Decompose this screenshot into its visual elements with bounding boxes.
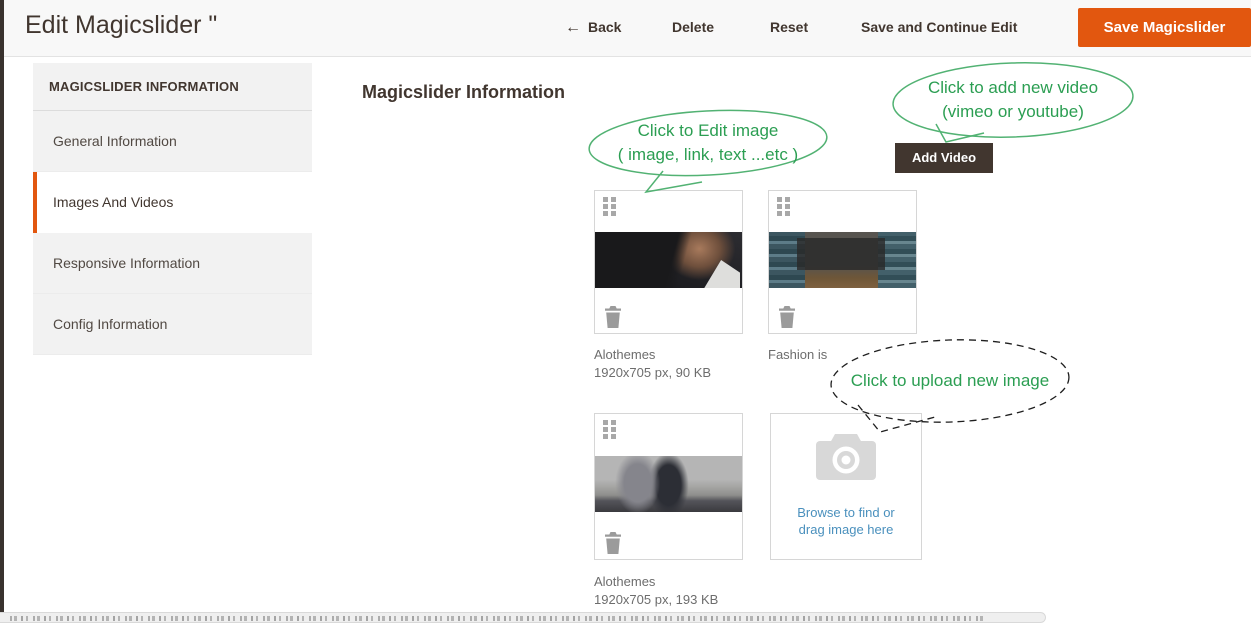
trash-icon[interactable] <box>604 532 622 554</box>
add-video-button[interactable]: Add Video <box>895 143 993 173</box>
slide-caption-3: Alothemes 1920x705 px, 193 KB <box>594 573 718 609</box>
callout-line: Click to upload new image <box>834 369 1066 393</box>
slide-caption-1: Alothemes 1920x705 px, 90 KB <box>594 346 711 382</box>
save-and-continue-button[interactable]: Save and Continue Edit <box>861 19 1017 35</box>
edit-image-callout-text: Click to Edit image ( image, link, text … <box>596 119 820 167</box>
sidebar: MAGICSLIDER INFORMATION General Informat… <box>33 63 312 355</box>
slide-title: Alothemes <box>594 346 711 364</box>
back-button-label: Back <box>588 19 621 35</box>
edit-magicslider-page: Edit Magicslider " ← Back Delete Reset Sa… <box>0 0 1251 623</box>
sidebar-item-responsive-information[interactable]: Responsive Information <box>33 233 312 294</box>
status-bar-fineprint <box>10 616 985 621</box>
page-title: Edit Magicslider " <box>25 11 217 40</box>
page-header: Edit Magicslider " ← Back Delete Reset Sa… <box>0 0 1251 57</box>
image-upload-dropzone[interactable]: Browse to find or drag image here <box>770 413 922 560</box>
trash-icon[interactable] <box>778 306 796 328</box>
sidebar-item-general-information[interactable]: General Information <box>33 111 312 172</box>
trash-icon[interactable] <box>604 306 622 328</box>
back-arrow-icon: ← <box>565 19 581 36</box>
slide-image-1[interactable] <box>595 232 742 288</box>
section-title: Magicslider Information <box>362 82 565 103</box>
sidebar-item-images-and-videos[interactable]: Images And Videos <box>33 172 312 233</box>
add-video-callout-text: Click to add new video (vimeo or youtube… <box>898 76 1128 124</box>
edit-image-callout-bubble <box>587 105 828 181</box>
camera-icon <box>815 432 877 482</box>
callout-line: (vimeo or youtube) <box>898 100 1128 124</box>
slide-card-2 <box>768 190 917 334</box>
slide-title: Alothemes <box>594 573 718 591</box>
slide-meta: 1920x705 px, 90 KB <box>594 364 711 382</box>
upload-image-callout-text: Click to upload new image <box>834 369 1066 393</box>
drag-handle-icon[interactable] <box>603 420 616 439</box>
slide-image-2[interactable] <box>769 232 916 288</box>
slide-caption-2: Fashion is <box>768 346 827 364</box>
admin-menu-strip <box>0 0 4 612</box>
back-button[interactable]: ← Back <box>565 19 621 37</box>
drag-handle-icon[interactable] <box>603 197 616 216</box>
callout-line: Click to add new video <box>898 76 1128 100</box>
save-magicslider-button[interactable]: Save Magicslider <box>1078 8 1251 47</box>
delete-button[interactable]: Delete <box>672 19 714 35</box>
edit-image-callout-tail <box>646 171 702 192</box>
slide-meta: 1920x705 px, 193 KB <box>594 591 718 609</box>
reset-button[interactable]: Reset <box>770 19 808 35</box>
slide-image-3[interactable] <box>595 456 742 512</box>
add-video-callout-bubble <box>892 59 1134 141</box>
browse-link-line1: Browse to find or <box>771 504 921 521</box>
drag-handle-icon[interactable] <box>777 197 790 216</box>
sidebar-item-config-information[interactable]: Config Information <box>33 294 312 355</box>
slide-title: Fashion is <box>768 346 827 364</box>
slide-card-3 <box>594 413 743 560</box>
add-video-callout-tail <box>936 124 984 142</box>
callout-line: ( image, link, text ...etc ) <box>596 143 820 167</box>
sidebar-title: MAGICSLIDER INFORMATION <box>33 63 312 111</box>
callout-line: Click to Edit image <box>596 119 820 143</box>
browse-link-line2: drag image here <box>771 521 921 538</box>
browse-image-link[interactable]: Browse to find or drag image here <box>771 504 921 538</box>
slide-image-overlay <box>797 238 885 270</box>
slide-card-1 <box>594 190 743 334</box>
status-bar <box>0 612 1046 623</box>
